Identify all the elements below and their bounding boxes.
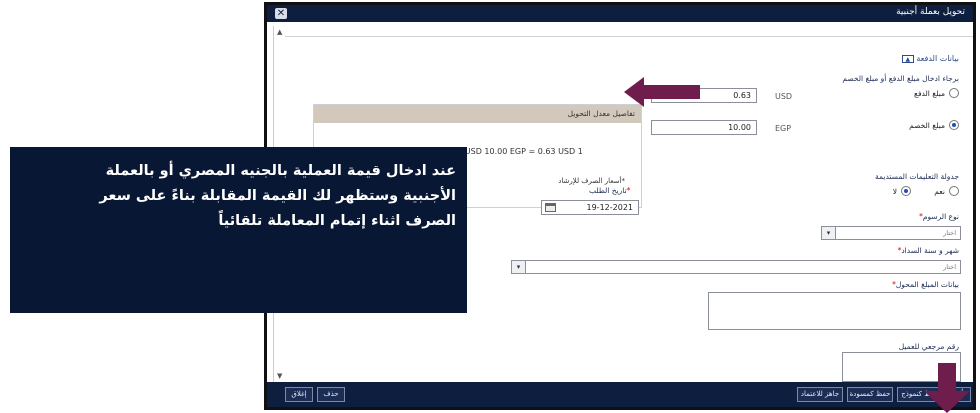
delete-button[interactable]: حذف bbox=[317, 387, 345, 402]
schedule-yes-radio[interactable] bbox=[949, 186, 959, 196]
discount-currency: EGP bbox=[775, 124, 792, 133]
overlay-text: عند ادخال قيمة العملية بالجنيه المصري أو… bbox=[99, 163, 456, 229]
arrow-down-icon bbox=[924, 363, 970, 413]
payment-month-label: شهر و سنة السداد* bbox=[897, 246, 959, 255]
transfer-details-label: بيانات المبلغ المحول* bbox=[892, 280, 959, 289]
schedule-no-label: لا bbox=[892, 187, 897, 196]
scroll-down-icon[interactable]: ▼ bbox=[277, 372, 282, 380]
tooltip-overlay: عند ادخال قيمة العملية بالجنيه المصري أو… bbox=[10, 147, 467, 313]
close-icon[interactable]: ✕ bbox=[275, 8, 287, 19]
scroll-up-icon[interactable]: ▲ bbox=[277, 28, 282, 36]
fee-type-label: نوع الرسوم* bbox=[919, 212, 959, 221]
rate-note: *أسعار الصرف للإرشاد bbox=[558, 177, 625, 185]
discount-amount-label: مبلغ الخصم bbox=[909, 121, 945, 130]
section-title: بيانات الدفعة bbox=[916, 54, 959, 63]
request-date-field[interactable]: 19-12-2021 bbox=[541, 200, 639, 215]
collapse-icon[interactable]: ▲ bbox=[901, 54, 914, 63]
pay-amount-radio[interactable] bbox=[949, 88, 959, 98]
payment-prompt: برجاء ادخال مبلغ الدفع أو مبلغ الخصم bbox=[842, 74, 959, 83]
request-date-value: 19-12-2021 bbox=[586, 203, 634, 212]
calendar-icon[interactable] bbox=[545, 203, 556, 212]
rate-panel-title: تفاصيل معدل التحويل bbox=[567, 109, 635, 118]
fee-type-select[interactable]: ▾ اختار bbox=[821, 226, 961, 240]
rate-panel-header: تفاصيل معدل التحويل bbox=[314, 105, 641, 123]
request-date-label: *تاريخ الطلب bbox=[589, 186, 631, 195]
chevron-down-icon[interactable]: ▾ bbox=[512, 261, 526, 273]
schedule-yes-label: نعم bbox=[934, 187, 945, 196]
divider bbox=[285, 36, 973, 37]
dialog-footer: إغلاق حذف جاهز للاعتماد حفظ كمسودة حفظ ك… bbox=[267, 382, 973, 407]
schedule-no-radio[interactable] bbox=[901, 186, 911, 196]
pay-currency: USD bbox=[775, 92, 793, 101]
section-header: بيانات الدفعة ▲ bbox=[899, 54, 959, 63]
save-draft-button[interactable]: حفظ كمسودة bbox=[847, 387, 893, 402]
payment-month-select[interactable]: ▾ اختار bbox=[511, 260, 961, 274]
dialog-titlebar: ✕ تحويل بعملة أجنبية bbox=[267, 5, 973, 22]
transfer-details-textarea[interactable] bbox=[708, 292, 961, 330]
arrow-left-icon bbox=[624, 77, 700, 107]
discount-amount-radio[interactable] bbox=[949, 120, 959, 130]
reference-label: رقم مرجعي للعميل bbox=[898, 342, 959, 351]
ready-for-approval-button[interactable]: جاهز للاعتماد bbox=[797, 387, 843, 402]
discount-amount-input[interactable]: 10.00 bbox=[651, 120, 757, 135]
dialog-title: تحويل بعملة أجنبية bbox=[896, 7, 965, 17]
schedule-label: جدولة التعليمات المستديمة bbox=[875, 172, 959, 181]
pay-amount-label: مبلغ الدفع bbox=[913, 89, 945, 98]
chevron-down-icon[interactable]: ▾ bbox=[822, 227, 836, 239]
close-button[interactable]: إغلاق bbox=[285, 387, 313, 402]
